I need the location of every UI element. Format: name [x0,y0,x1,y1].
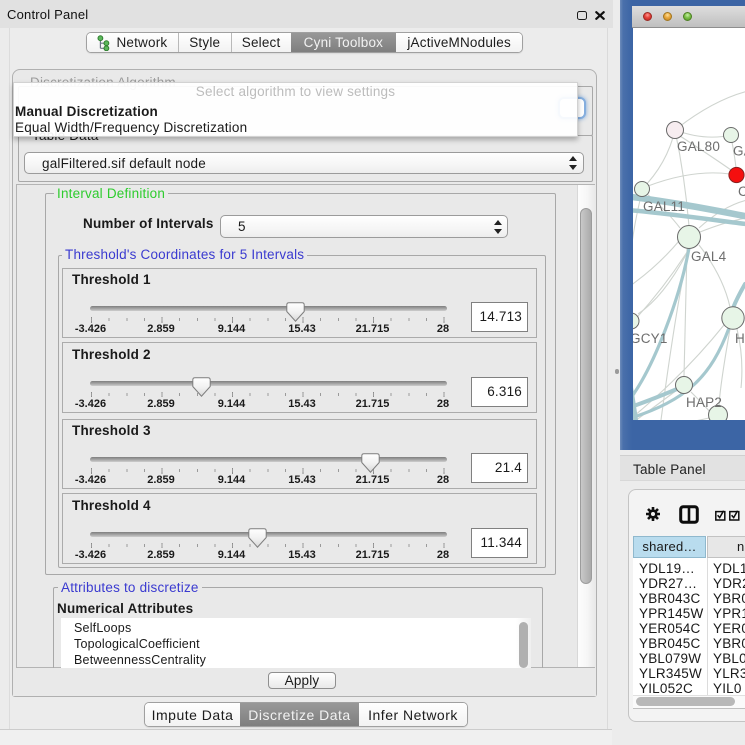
svg-text:GAL4: GAL4 [691,249,727,264]
svg-text:GAL80: GAL80 [677,139,720,154]
svg-text:H: H [735,331,745,346]
svg-text:HAP2: HAP2 [686,395,722,410]
svg-text:C: C [738,184,745,199]
svg-text:GAL11: GAL11 [643,199,685,214]
svg-text:GCY1: GCY1 [633,331,668,346]
svg-text:GA: GA [733,144,745,159]
